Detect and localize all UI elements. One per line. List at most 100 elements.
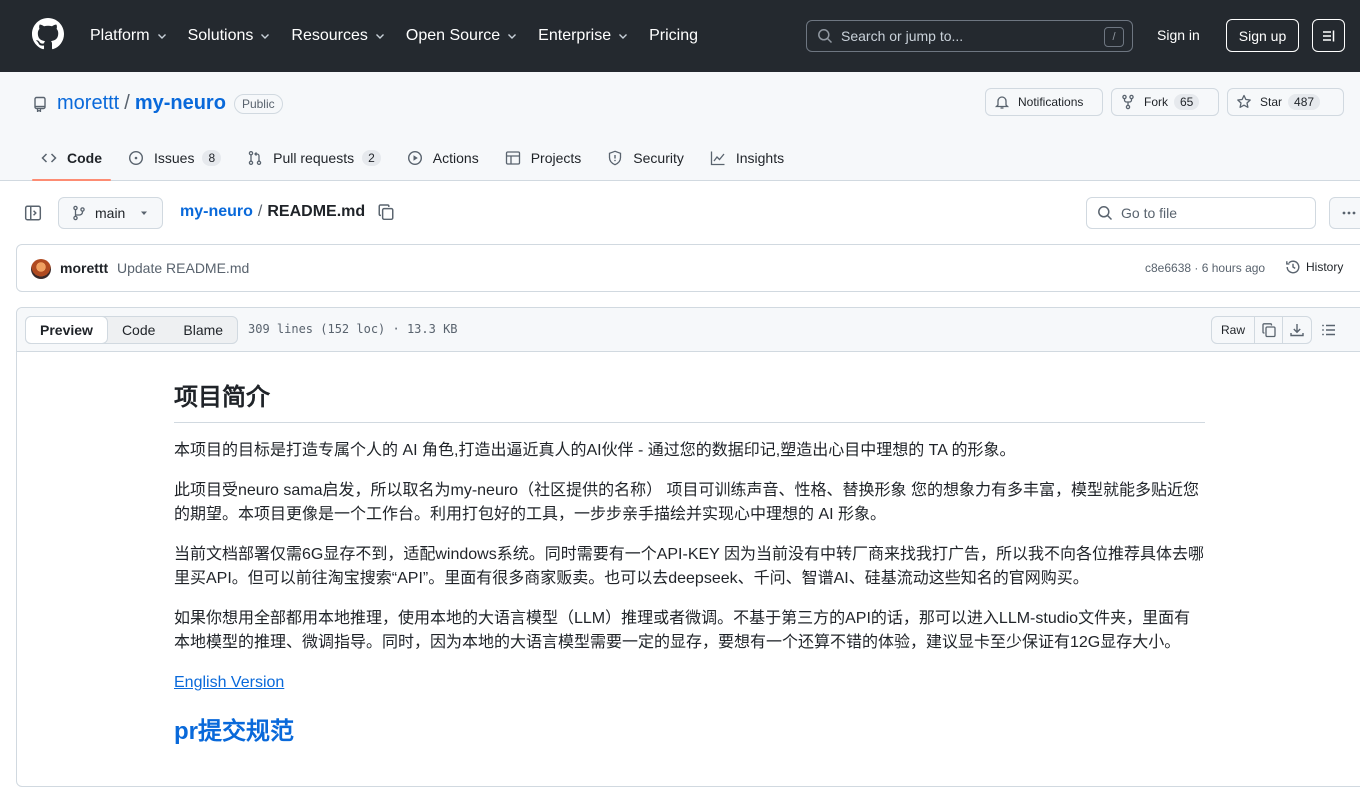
nav-enterprise[interactable]: Enterprise <box>538 27 629 45</box>
menu-button[interactable] <box>1312 19 1345 52</box>
search-shortcut-key: / <box>1104 27 1124 47</box>
branch-icon <box>73 205 85 221</box>
play-icon <box>407 150 422 166</box>
pull-request-icon <box>248 150 262 166</box>
readme-paragraph: 本项目的目标是打造专属个人的 AI 角色,打造出逼近真人的AI伙伴 - 通过您的… <box>174 442 1016 459</box>
preview-mode-button[interactable]: Preview <box>25 316 108 344</box>
nav-label: Platform <box>90 27 150 44</box>
search-placeholder: Search or jump to... <box>841 28 964 44</box>
readme-paragraph: 如果你想用全部都用本地推理，使用本地的大语言模型（LLM）推理或者微调。不基于第… <box>174 610 1191 651</box>
chevron-down-icon <box>261 34 270 39</box>
tab-issues[interactable]: Issues 8 <box>119 136 230 180</box>
tab-label: Code <box>67 150 102 166</box>
nav-solutions[interactable]: Solutions <box>188 27 272 45</box>
breadcrumb-separator: / <box>257 203 263 220</box>
go-to-file-input[interactable]: Go to file <box>1086 197 1316 229</box>
menu-icon <box>1322 30 1334 41</box>
branch-name: main <box>95 205 126 221</box>
tab-insights[interactable]: Insights <box>701 136 793 180</box>
visibility-badge: Public <box>233 93 283 114</box>
readme-paragraph: 此项目受neuro sama启发，所以取名为my-neuro（社区提供的名称） … <box>174 482 1199 523</box>
commit-author[interactable]: morettt <box>60 260 108 276</box>
nav-platform[interactable]: Platform <box>90 27 168 45</box>
sign-in-link[interactable]: Sign in <box>1157 27 1200 43</box>
repo-separator: / <box>124 92 130 114</box>
outline-list-icon[interactable] <box>1321 322 1337 338</box>
graph-icon <box>710 151 725 166</box>
breadcrumb-file: README.md <box>267 203 366 220</box>
search-input[interactable]: Search or jump to... / <box>806 20 1133 52</box>
download-button[interactable] <box>1283 317 1311 343</box>
code-icon <box>41 153 57 163</box>
readme-heading: 项目简介 <box>174 377 1205 423</box>
view-mode-switch: Preview Code Blame <box>25 316 239 344</box>
nav-pricing[interactable]: Pricing <box>649 27 698 45</box>
copy-icon[interactable] <box>377 203 395 221</box>
repo-name-link[interactable]: my-neuro <box>135 92 226 115</box>
star-icon <box>1237 94 1251 108</box>
sign-up-button[interactable]: Sign up <box>1226 19 1299 52</box>
pull-requests-count: 2 <box>362 150 381 166</box>
tab-label: Projects <box>530 150 582 166</box>
fork-label: Fork <box>1144 95 1168 109</box>
avatar[interactable] <box>31 259 51 279</box>
tab-code[interactable]: Code <box>32 136 111 181</box>
search-icon <box>1098 206 1113 221</box>
english-version-link[interactable]: English Version <box>174 674 284 691</box>
repo-title: morettt / my-neuro Public <box>32 92 283 115</box>
tab-label: Pull requests <box>273 150 355 166</box>
history-button[interactable]: History <box>1285 259 1343 275</box>
download-icon <box>1290 324 1304 337</box>
commit-meta[interactable]: c8e6638 · 6 hours ago <box>1145 261 1265 275</box>
raw-button[interactable]: Raw <box>1212 317 1256 343</box>
sidebar-expand-icon[interactable] <box>24 204 42 222</box>
tab-label: Security <box>633 150 684 166</box>
table-icon <box>505 151 520 165</box>
chevron-down-icon <box>619 34 628 39</box>
tab-label: Insights <box>735 150 785 166</box>
nav-label: Resources <box>291 27 368 44</box>
code-mode-button[interactable]: Code <box>108 317 169 343</box>
notifications-button[interactable]: Notifications <box>985 88 1103 116</box>
global-header: Platform Solutions Resources Open Source… <box>0 0 1360 72</box>
caret-down-icon <box>141 211 148 215</box>
star-button[interactable]: Star 487 <box>1227 88 1344 116</box>
issue-icon <box>128 150 144 166</box>
breadcrumb-repo-link[interactable]: my-neuro <box>180 203 253 221</box>
star-label: Star <box>1260 95 1283 109</box>
pr-guidelines-heading[interactable]: pr提交规范 <box>174 711 1205 756</box>
tab-security[interactable]: Security <box>598 136 693 180</box>
file-info: 309 lines (152 loc) · 13.3 KB <box>248 322 458 336</box>
history-label: History <box>1306 260 1344 274</box>
kebab-horizontal-icon <box>1342 211 1356 215</box>
nav-label: Pricing <box>649 27 698 44</box>
chevron-down-icon <box>157 34 166 39</box>
nav-open-source[interactable]: Open Source <box>406 27 518 45</box>
history-icon <box>1286 260 1300 274</box>
tab-projects[interactable]: Projects <box>496 136 591 180</box>
repo-owner-link[interactable]: morettt <box>57 92 119 115</box>
more-options-button[interactable] <box>1329 197 1360 229</box>
star-count: 487 <box>1288 94 1321 110</box>
notifications-label: Notifications <box>1018 95 1084 109</box>
github-logo-icon[interactable] <box>32 18 64 50</box>
breadcrumb: my-neuro / README.md <box>180 203 395 221</box>
file-toolbar: Preview Code Blame 309 lines (152 loc) ·… <box>17 308 1360 352</box>
branch-selector[interactable]: main <box>58 197 163 229</box>
nav-label: Enterprise <box>538 27 612 44</box>
search-icon <box>818 29 833 44</box>
nav-resources[interactable]: Resources <box>291 27 385 45</box>
fork-button[interactable]: Fork 65 <box>1111 88 1219 116</box>
blame-mode-button[interactable]: Blame <box>169 317 237 343</box>
readme-paragraph: 当前文档部署仅需6G显存不到，适配windows系统。同时需要有一个API-KE… <box>174 546 1204 587</box>
file-actions: Raw <box>1211 316 1313 344</box>
commit-message[interactable]: Update README.md <box>117 260 249 276</box>
fork-count: 65 <box>1174 94 1200 110</box>
tab-pull-requests[interactable]: Pull requests 2 <box>238 136 390 180</box>
english-version-paragraph: English Version <box>174 671 1205 695</box>
nav-label: Solutions <box>187 27 254 44</box>
repo-icon <box>34 96 46 112</box>
copy-raw-button[interactable] <box>1255 317 1284 343</box>
tab-actions[interactable]: Actions <box>398 136 488 180</box>
top-nav: Platform Solutions Resources Open Source… <box>90 0 718 72</box>
